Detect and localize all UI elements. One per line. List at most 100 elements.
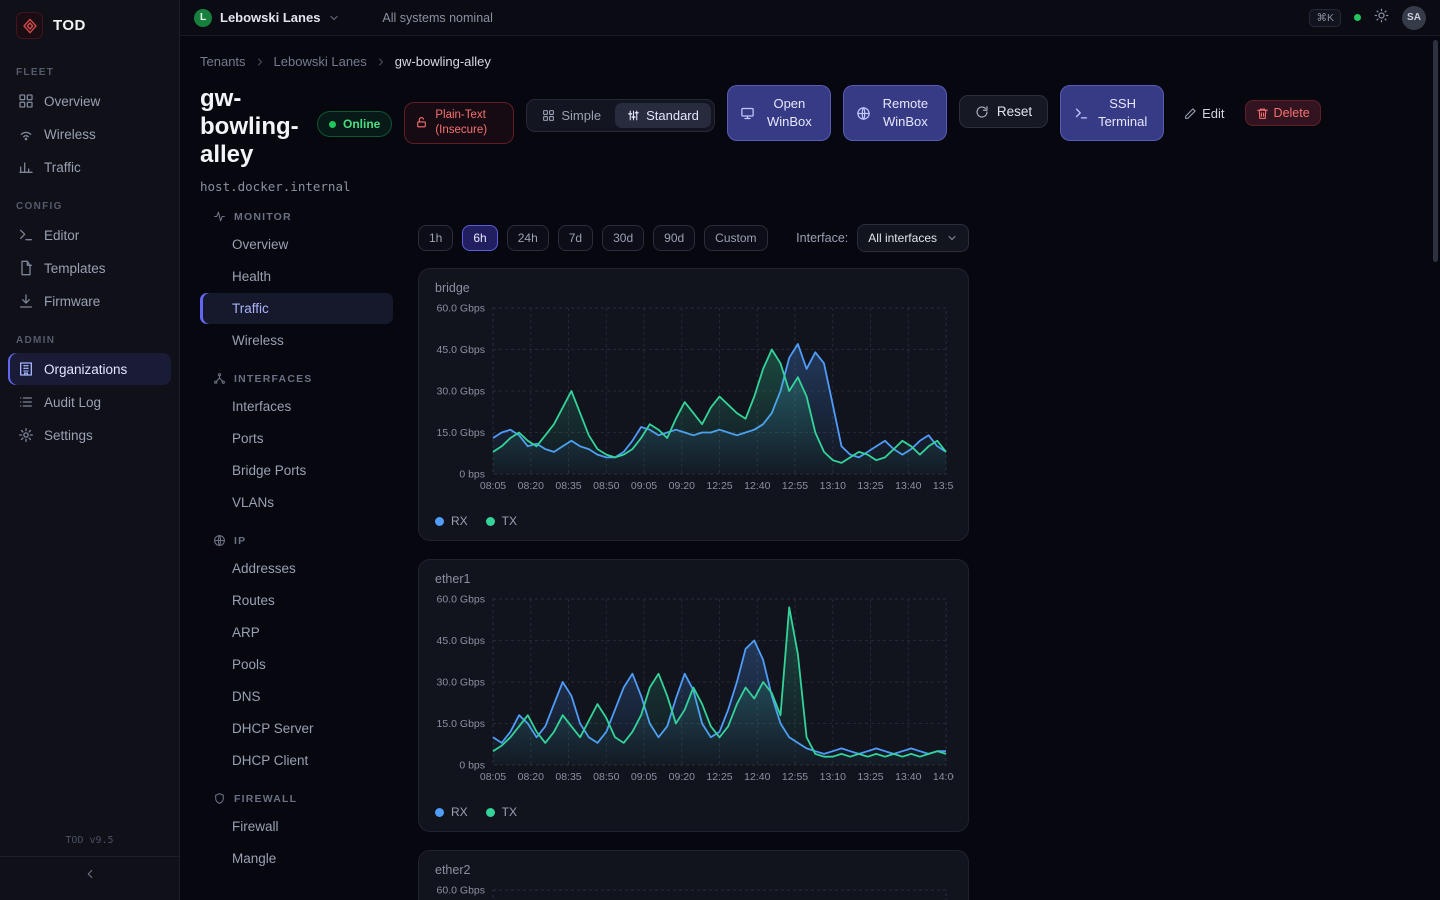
chart-title: ether2 xyxy=(435,863,952,877)
file-icon xyxy=(18,260,34,276)
delete-label: Delete xyxy=(1274,106,1310,120)
subnav-item-mangle[interactable]: Mangle xyxy=(200,843,393,874)
subnav-item-dns[interactable]: DNS xyxy=(200,681,393,712)
sidebar-item-label: Firmware xyxy=(44,294,100,309)
subnav-item-traffic[interactable]: Traffic xyxy=(200,293,393,324)
remote-winbox-button[interactable]: Remote WinBox xyxy=(843,85,947,141)
subnav-item-interfaces[interactable]: Interfaces xyxy=(200,391,393,422)
trash-icon xyxy=(1256,107,1269,120)
user-avatar[interactable]: SA xyxy=(1402,6,1426,30)
range-1h[interactable]: 1h xyxy=(418,225,453,251)
refresh-icon xyxy=(975,105,989,119)
chart-legend: RXTX xyxy=(435,805,952,819)
sidebar-item-settings[interactable]: Settings xyxy=(8,419,171,451)
svg-text:0 bps: 0 bps xyxy=(459,469,485,481)
mode-standard-button[interactable]: Standard xyxy=(615,103,711,128)
chart-card-bridge: bridge0 bps15.0 Gbps30.0 Gbps45.0 Gbps60… xyxy=(418,268,969,541)
scrollbar[interactable] xyxy=(1433,40,1438,262)
interface-select[interactable]: All interfaces xyxy=(857,224,969,252)
legend-dot xyxy=(435,808,444,817)
svg-text:12:55: 12:55 xyxy=(782,480,808,492)
sidebar-item-overview[interactable]: Overview xyxy=(8,85,171,117)
subnav-item-vlans[interactable]: VLANs xyxy=(200,487,393,518)
tenant-switcher[interactable]: L Lebowski Lanes xyxy=(194,9,340,27)
remote-winbox-label: Remote WinBox xyxy=(877,95,933,130)
subnav-item-overview[interactable]: Overview xyxy=(200,229,393,260)
svg-text:12:40: 12:40 xyxy=(744,771,770,783)
sun-icon xyxy=(1374,8,1389,28)
subnav-item-addresses[interactable]: Addresses xyxy=(200,553,393,584)
delete-button[interactable]: Delete xyxy=(1245,100,1321,126)
sidebar-item-label: Wireless xyxy=(44,127,96,142)
subnav-item-bridge-ports[interactable]: Bridge Ports xyxy=(200,455,393,486)
subnav-item-pools[interactable]: Pools xyxy=(200,649,393,680)
subnav-item-ports[interactable]: Ports xyxy=(200,423,393,454)
globe-icon xyxy=(856,106,871,121)
view-mode-toggle: Simple Standard xyxy=(526,99,715,132)
sidebar-item-label: Settings xyxy=(44,428,93,443)
range-90d[interactable]: 90d xyxy=(653,225,695,251)
online-label: Online xyxy=(343,117,380,131)
svg-text:0 bps: 0 bps xyxy=(459,760,485,772)
chart-icon xyxy=(18,159,34,175)
sidebar-item-wireless[interactable]: Wireless xyxy=(8,118,171,150)
subnav-item-firewall[interactable]: Firewall xyxy=(200,811,393,842)
terminal-icon xyxy=(18,227,34,243)
breadcrumb-item-lebowski-lanes[interactable]: Lebowski Lanes xyxy=(274,54,367,69)
chart-controls: 1h6h24h7d30d90dCustom Interface: All int… xyxy=(418,224,969,252)
nav-section-fleet: FLEET xyxy=(16,67,163,78)
subnav-item-routes[interactable]: Routes xyxy=(200,585,393,616)
svg-text:13:40: 13:40 xyxy=(895,771,921,783)
range-24h[interactable]: 24h xyxy=(507,225,549,251)
sidebar-item-firmware[interactable]: Firmware xyxy=(8,285,171,317)
svg-text:13:25: 13:25 xyxy=(857,771,883,783)
sidebar-item-label: Editor xyxy=(44,228,79,243)
page-title: gw-bowling-alley xyxy=(200,85,305,169)
breadcrumb-item-tenants[interactable]: Tenants xyxy=(200,54,246,69)
svg-text:08:20: 08:20 xyxy=(518,480,544,492)
sidebar-item-traffic[interactable]: Traffic xyxy=(8,151,171,183)
tenant-avatar: L xyxy=(194,9,212,27)
range-custom[interactable]: Custom xyxy=(704,225,767,251)
subnav-item-health[interactable]: Health xyxy=(200,261,393,292)
subnav-item-dhcp-client[interactable]: DHCP Client xyxy=(200,745,393,776)
shield-icon xyxy=(213,792,226,805)
mode-standard-label: Standard xyxy=(646,108,699,123)
svg-text:12:40: 12:40 xyxy=(744,480,770,492)
legend-dot xyxy=(486,808,495,817)
sidebar-collapse-button[interactable] xyxy=(0,856,179,900)
mode-simple-label: Simple xyxy=(561,108,601,123)
sidebar-item-label: Overview xyxy=(44,94,100,109)
ssh-terminal-button[interactable]: SSH Terminal xyxy=(1060,85,1164,141)
subnav-item-arp[interactable]: ARP xyxy=(200,617,393,648)
svg-text:45.0 Gbps: 45.0 Gbps xyxy=(437,635,485,647)
sidebar-item-editor[interactable]: Editor xyxy=(8,219,171,251)
chart-title: ether1 xyxy=(435,572,952,586)
insecure-label: Plain-Text (Insecure) xyxy=(435,108,503,138)
nav-section-admin: ADMIN xyxy=(16,335,163,346)
subnav-item-wireless[interactable]: Wireless xyxy=(200,325,393,356)
sidebar-item-templates[interactable]: Templates xyxy=(8,252,171,284)
subnav-item-dhcp-server[interactable]: DHCP Server xyxy=(200,713,393,744)
range-7d[interactable]: 7d xyxy=(558,225,593,251)
device-subnav: MONITOROverviewHealthTrafficWirelessINTE… xyxy=(200,208,393,900)
app-name: TOD xyxy=(53,17,86,34)
mode-simple-button[interactable]: Simple xyxy=(530,103,613,128)
chart-card-ether1: ether10 bps15.0 Gbps30.0 Gbps45.0 Gbps60… xyxy=(418,559,969,832)
command-palette-shortcut[interactable]: ⌘K xyxy=(1309,9,1341,27)
sidebar-item-organizations[interactable]: Organizations xyxy=(8,353,171,385)
reset-button[interactable]: Reset xyxy=(959,95,1048,128)
main-content: TenantsLebowski Lanesgw-bowling-alley gw… xyxy=(180,36,1440,900)
edit-button[interactable]: Edit xyxy=(1176,100,1232,127)
topbar: L Lebowski Lanes All systems nominal ⌘K … xyxy=(180,0,1440,36)
legend-item-rx: RX xyxy=(435,805,468,819)
svg-text:13:10: 13:10 xyxy=(820,480,846,492)
svg-text:14:00: 14:00 xyxy=(933,771,954,783)
chart-title: bridge xyxy=(435,281,952,295)
range-6h[interactable]: 6h xyxy=(462,225,497,251)
open-winbox-button[interactable]: Open WinBox xyxy=(727,85,831,141)
range-30d[interactable]: 30d xyxy=(602,225,644,251)
app-logo[interactable]: TOD xyxy=(0,0,179,49)
theme-toggle-button[interactable] xyxy=(1374,8,1389,28)
sidebar-item-audit-log[interactable]: Audit Log xyxy=(8,386,171,418)
